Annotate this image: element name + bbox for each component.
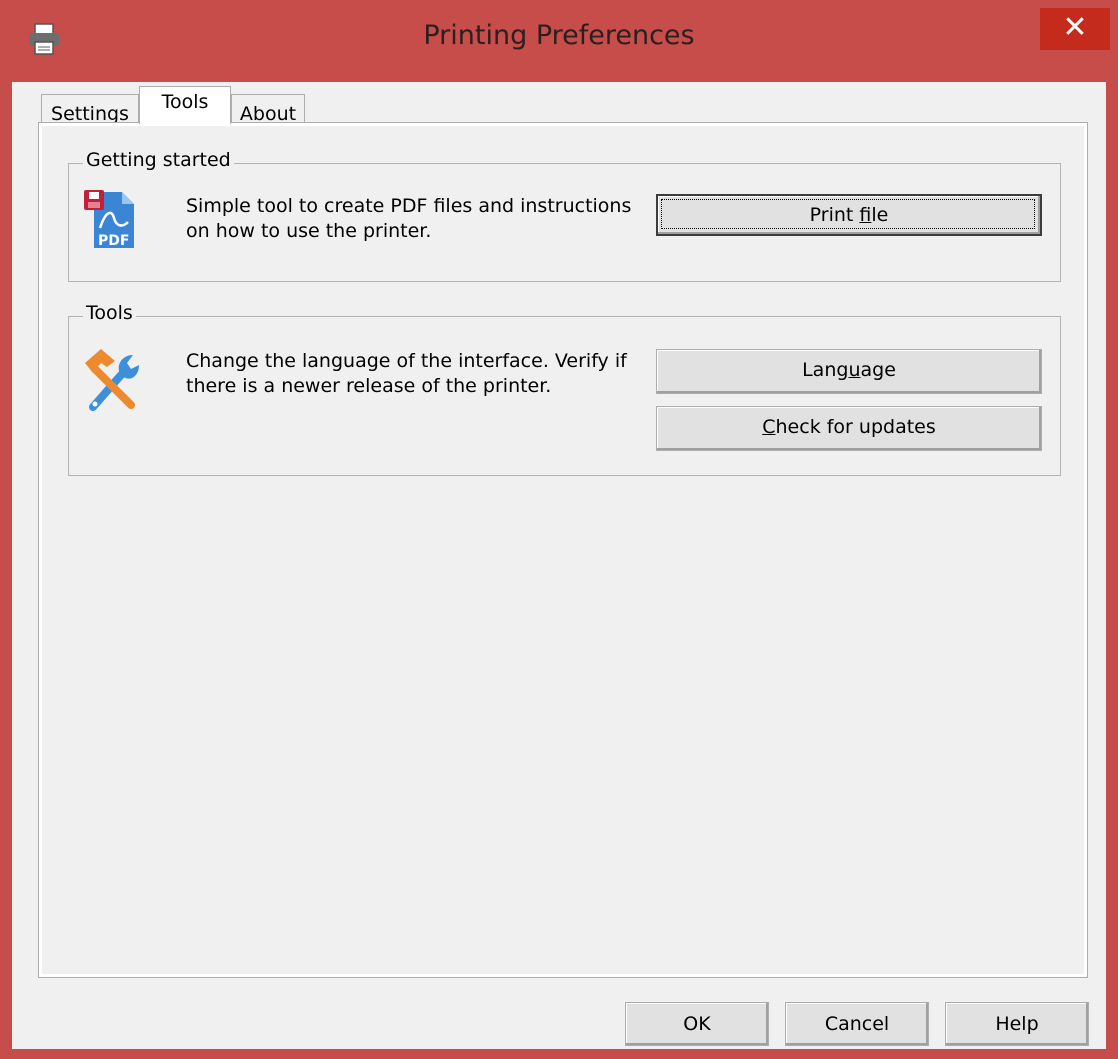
close-icon: ✕ (1062, 10, 1088, 45)
help-button[interactable]: Help (945, 1002, 1089, 1046)
help-label: Help (995, 1013, 1039, 1035)
language-label: Language (802, 359, 896, 381)
getting-started-legend: Getting started (83, 149, 234, 171)
dialog-client-area: Settings Tools About Getting started PDF… (12, 82, 1106, 1049)
cancel-label: Cancel (824, 1013, 890, 1035)
tools-group: Tools Change the language of the interfa… (68, 302, 1061, 476)
check-for-updates-button[interactable]: Check for updates (656, 406, 1042, 451)
pdf-icon-text: PDF (98, 233, 129, 249)
tools-icon (85, 349, 139, 411)
tab-panel-body: Getting started PDF Simple tool to creat… (42, 126, 1084, 974)
close-button[interactable]: ✕ (1040, 8, 1110, 50)
getting-started-description: Simple tool to create PDF files and inst… (186, 194, 656, 244)
ok-label: OK (683, 1013, 711, 1035)
tools-description: Change the language of the interface. Ve… (186, 349, 666, 399)
getting-started-group: Getting started PDF Simple tool to creat… (68, 149, 1061, 282)
focus-ring (661, 199, 1035, 229)
getting-started-desc-line2: on how to use the printer. (186, 220, 432, 242)
tools-legend: Tools (83, 302, 136, 324)
getting-started-desc-line1: Simple tool to create PDF files and inst… (186, 195, 632, 217)
tab-tools[interactable]: Tools (139, 86, 231, 124)
language-button[interactable]: Language (656, 349, 1042, 394)
cancel-button[interactable]: Cancel (785, 1002, 929, 1046)
window-title: Printing Preferences (423, 20, 695, 51)
check-for-updates-label: Check for updates (762, 416, 936, 438)
tools-desc-line1: Change the language of the interface. Ve… (186, 350, 627, 372)
print-file-button[interactable]: Print file (656, 194, 1042, 236)
tab-tools-label: Tools (161, 91, 209, 113)
ok-button[interactable]: OK (625, 1002, 769, 1046)
title-bar[interactable]: Printing Preferences ✕ (0, 0, 1118, 82)
tab-settings[interactable]: Settings (41, 94, 139, 125)
pdf-file-icon: PDF (84, 190, 134, 249)
tab-about[interactable]: About (231, 94, 305, 125)
tools-desc-line2: there is a newer release of the printer. (186, 375, 552, 397)
tools-tab-panel: Getting started PDF Simple tool to creat… (38, 122, 1088, 978)
printing-preferences-window: Printing Preferences ✕ Settings Tools Ab… (0, 0, 1118, 1059)
